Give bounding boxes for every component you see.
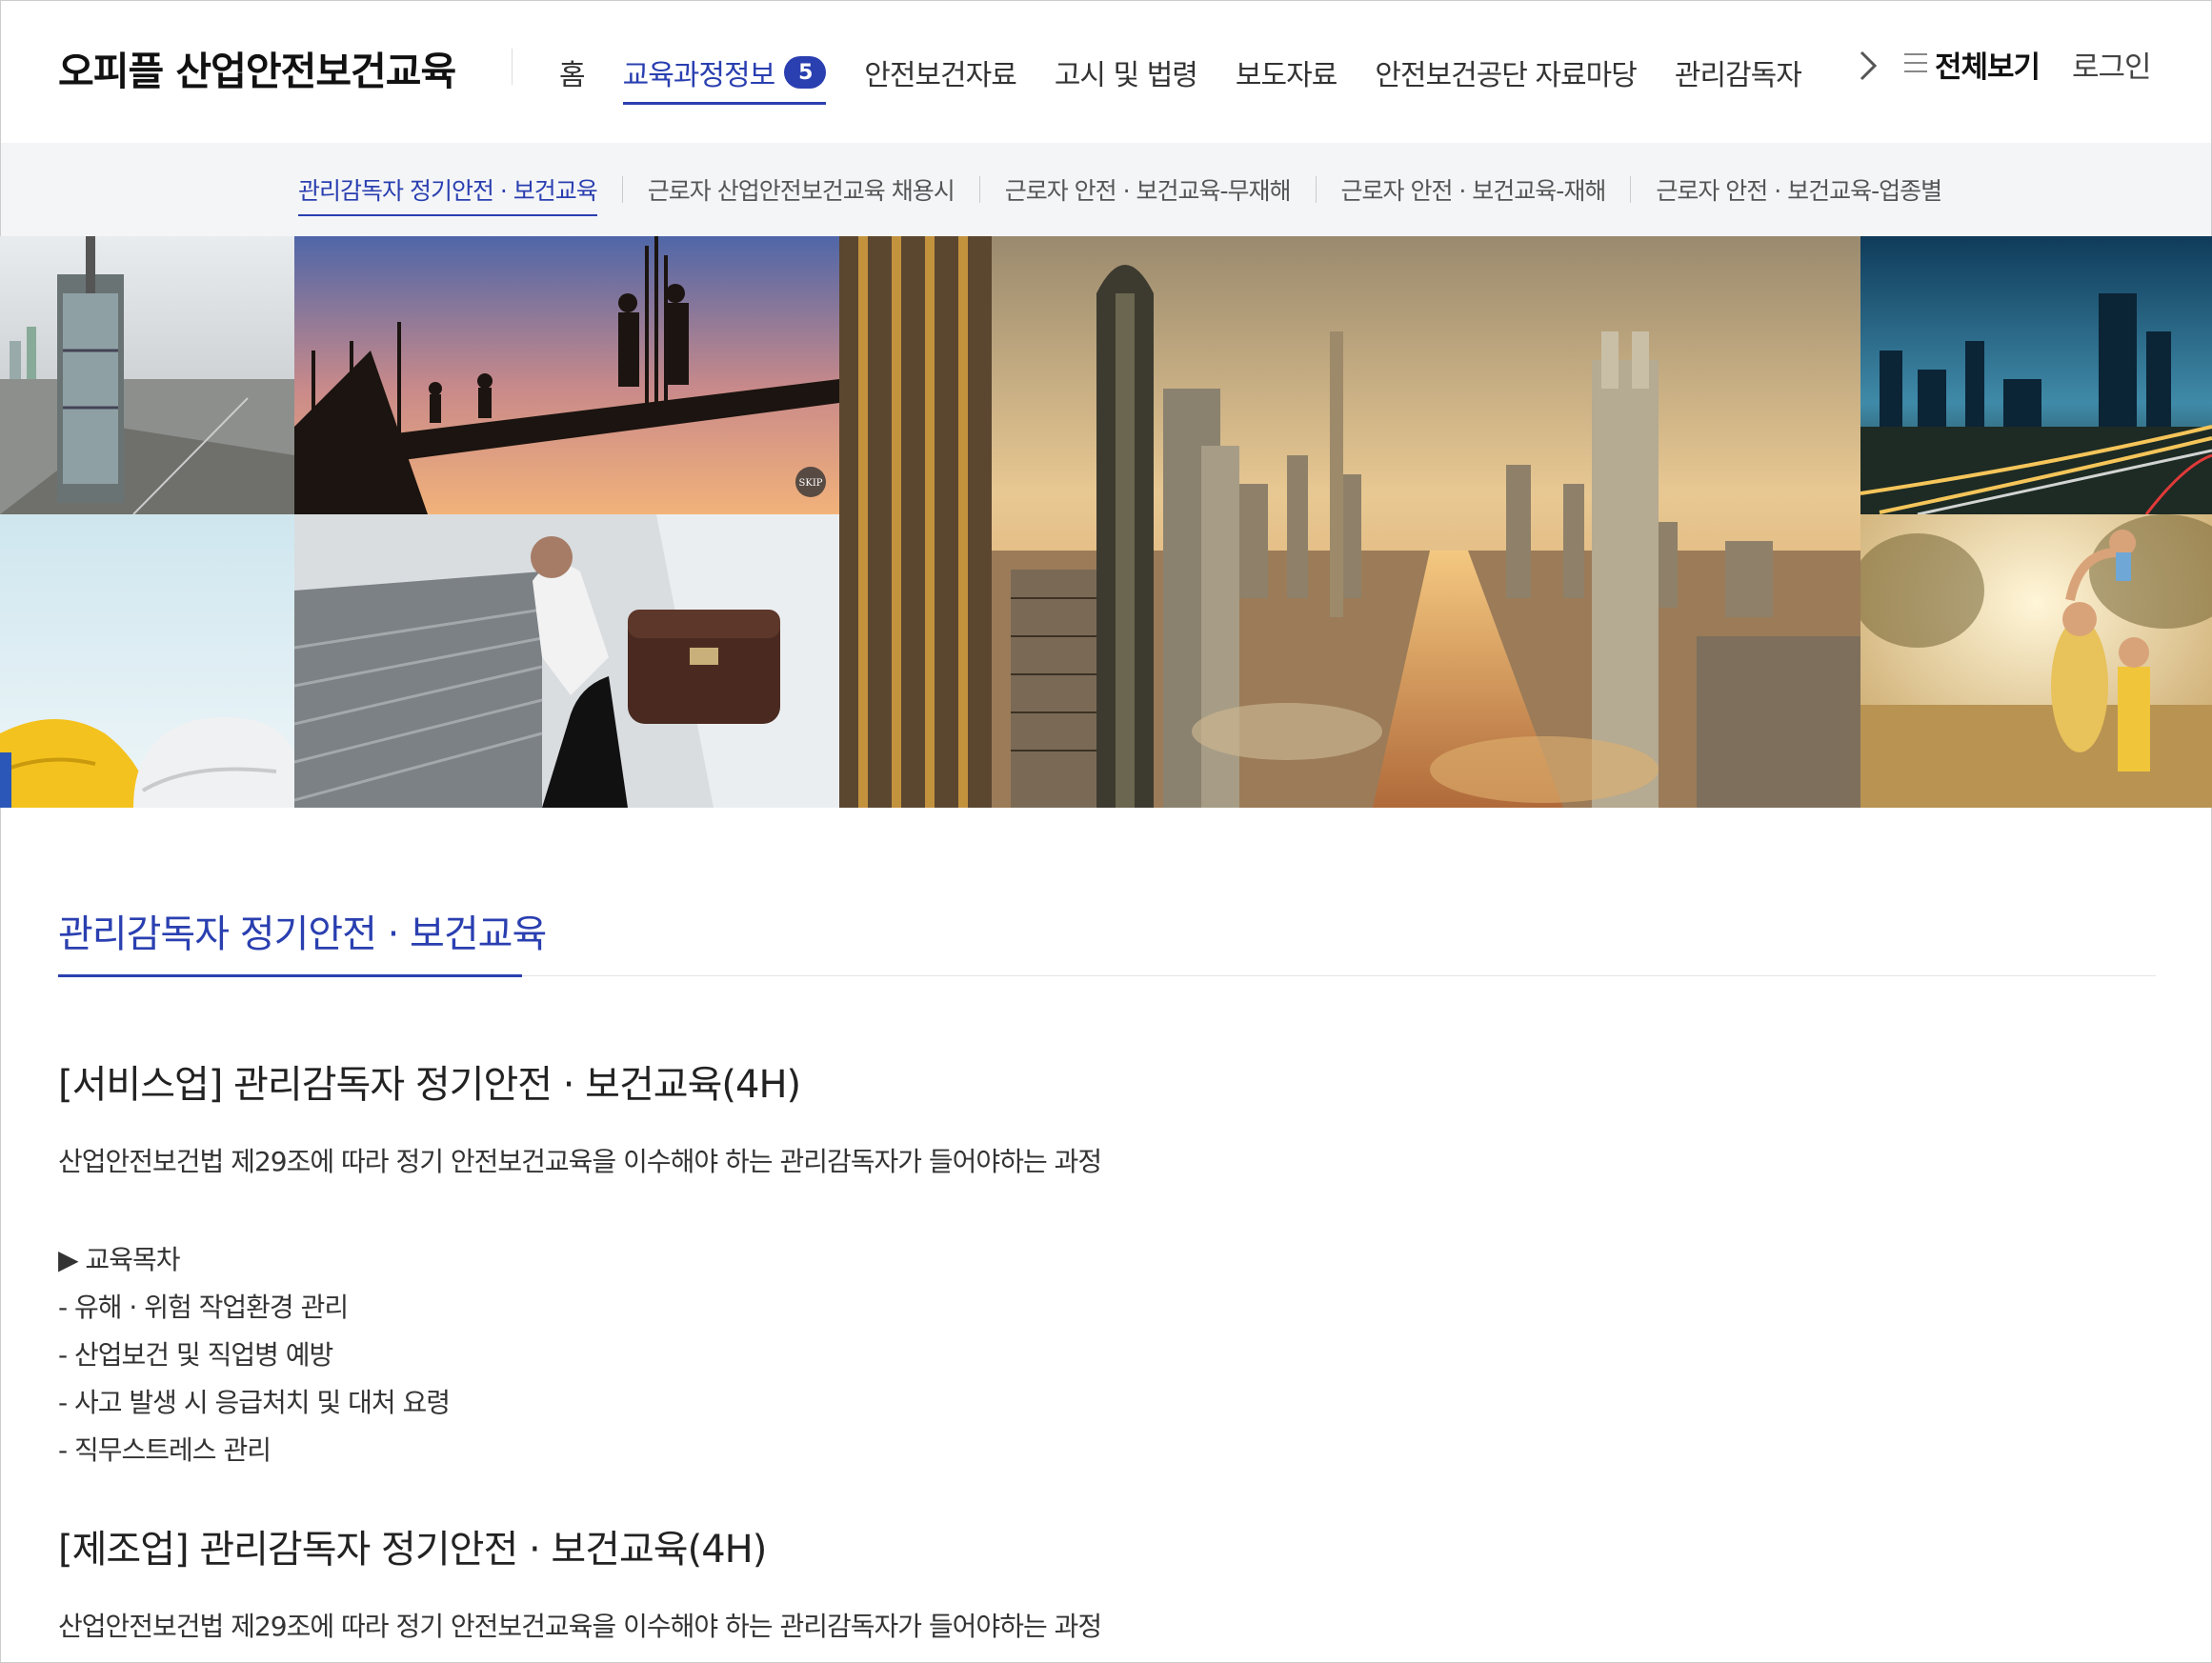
toc-heading: ▶ 교육목차 [58, 1244, 180, 1275]
subnav-item-worker-accident[interactable]: 근로자 안전 · 보건교육-재해 [1341, 165, 1607, 214]
all-view-button[interactable]: 전체보기 [1902, 43, 2041, 86]
nav-label: 안전보건공단 자료마당 [1375, 59, 1638, 92]
banner-image-night-highway [1860, 236, 2212, 514]
course-title: [서비스업] 관리감독자 정기안전 · 보건교육(4H) [58, 1063, 801, 1107]
subnav-divider [978, 176, 980, 203]
toc-item: - 유해 · 위험 작업환경 관리 [58, 1292, 349, 1323]
main-content: 관리감독자 정기안전 · 보건교육 [서비스업] 관리감독자 정기안전 · 보건… [0, 808, 2212, 1663]
course-title: [제조업] 관리감독자 정기안전 · 보건교육(4H) [58, 1528, 767, 1572]
nav-item-course-info[interactable]: 교육과정정보 5 [622, 44, 827, 105]
site-logo[interactable]: 오피플 산업안전보건교육 [58, 39, 456, 96]
nav-label: 안전보건자료 [864, 59, 1017, 92]
nav-item-home[interactable]: 홈 [559, 44, 586, 101]
nav-item-press[interactable]: 보도자료 [1236, 44, 1337, 101]
banner-image-family-field [1860, 514, 2212, 808]
banner-image-safety-helmets [0, 514, 294, 808]
course-section-service: [서비스업] 관리감독자 정기안전 · 보건교육(4H) 산업안전보건법 제29… [58, 1053, 2154, 1474]
logo-divider [512, 49, 513, 85]
chevron-right-icon[interactable] [1852, 47, 1884, 85]
hamburger-menu-icon [1902, 49, 1929, 81]
nav-label: 교육과정정보 [622, 59, 776, 92]
subnav-divider [1630, 176, 1632, 203]
nav-item-safety-materials[interactable]: 안전보건자료 [864, 44, 1017, 101]
toc-item: - 사고 발생 시 응급처치 및 대처 요령 [58, 1387, 451, 1418]
banner-image-workers-silhouette: SKIP [294, 236, 839, 514]
subnav-divider [621, 176, 623, 203]
course-description: 산업안전보건법 제29조에 따라 정기 안전보건교육을 이수해야 하는 관리감독… [58, 1611, 1102, 1642]
hero-banner: SKIP [0, 236, 2212, 808]
login-link[interactable]: 로그인 [2072, 43, 2152, 86]
course-toc: ▶ 교육목차 - 유해 · 위험 작업환경 관리 - 산업보건 및 직업병 예방… [58, 1236, 2154, 1474]
course-description: 산업안전보건법 제29조에 따라 정기 안전보건교육을 이수해야 하는 관리감독… [58, 1146, 1102, 1177]
all-view-label: 전체보기 [1935, 50, 2041, 85]
toc-item: - 직무스트레스 관리 [58, 1434, 271, 1466]
skip-icon-label: SKIP [799, 478, 823, 489]
nav-item-supervisor[interactable]: 관리감독자 [1674, 44, 1802, 101]
nav-label: 홈 [559, 59, 586, 92]
site-header: 오피플 산업안전보건교육 홈 교육과정정보 5 안전보건자료 고시 및 법령 보… [0, 0, 2212, 143]
main-nav: 홈 교육과정정보 5 안전보건자료 고시 및 법령 보도자료 안전보건공단 자료… [559, 1, 1802, 144]
banner-image-city-skyline-sunset [839, 236, 1860, 808]
subnav-item-worker-no-accident[interactable]: 근로자 안전 · 보건교육-무재해 [1005, 165, 1292, 214]
subnav-item-supervisor-regular[interactable]: 관리감독자 정기안전 · 보건교육 [298, 165, 598, 216]
count-badge: 5 [784, 56, 827, 89]
nav-label: 관리감독자 [1674, 59, 1802, 92]
banner-image-city-tower [0, 236, 294, 514]
title-underline [58, 974, 522, 977]
nav-label: 고시 및 법령 [1054, 59, 1198, 92]
banner-image-businessman-briefcase [294, 514, 839, 808]
nav-item-notices-laws[interactable]: 고시 및 법령 [1054, 44, 1198, 101]
course-section-manufacturing: [제조업] 관리감독자 정기안전 · 보건교육(4H) 산업안전보건법 제29조… [58, 1518, 2154, 1644]
nav-item-kosha-library[interactable]: 안전보건공단 자료마당 [1375, 44, 1638, 101]
page-title: 관리감독자 정기안전 · 보건교육 [58, 912, 547, 956]
sub-nav: 관리감독자 정기안전 · 보건교육 근로자 산업안전보건교육 채용시 근로자 안… [0, 143, 2212, 236]
subnav-divider [1315, 176, 1317, 203]
nav-label: 보도자료 [1235, 59, 1337, 92]
subnav-item-worker-hiring[interactable]: 근로자 산업안전보건교육 채용시 [648, 165, 955, 214]
subnav-item-worker-industry[interactable]: 근로자 안전 · 보건교육-업종별 [1656, 165, 1942, 214]
toc-item: - 산업보건 및 직업병 예방 [58, 1339, 333, 1371]
